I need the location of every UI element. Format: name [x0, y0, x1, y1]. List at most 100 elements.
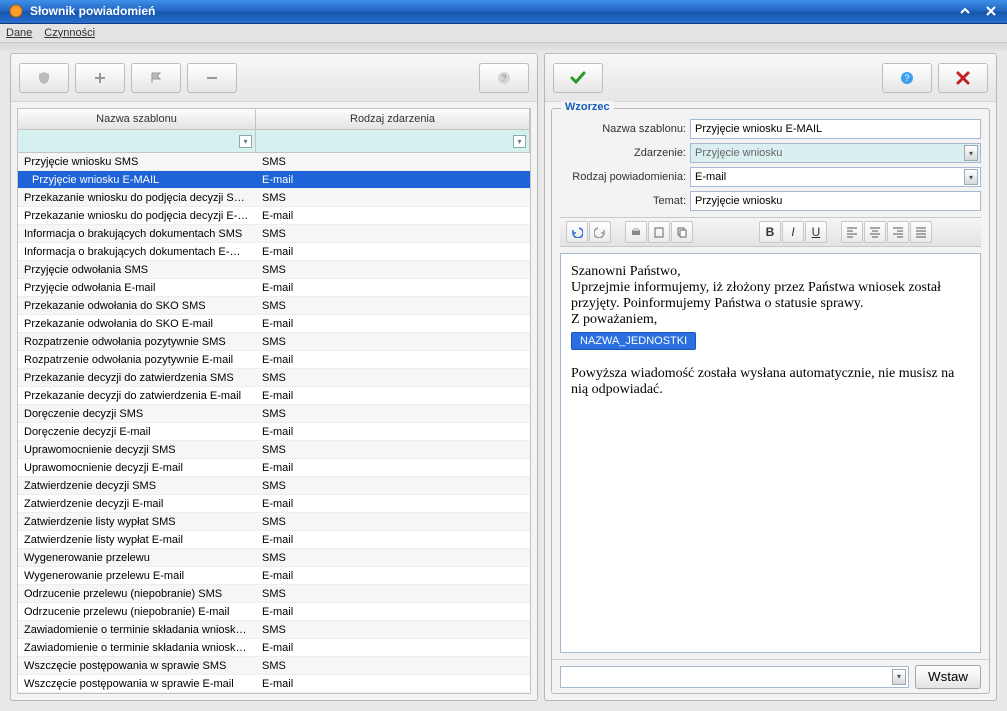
table-row[interactable]: Wygenerowanie przelewuSMS	[18, 549, 530, 567]
input-subject[interactable]	[690, 191, 981, 211]
paste-button[interactable]	[648, 221, 670, 243]
table-row[interactable]: Doręczenie decyzji E-mailE-mail	[18, 423, 530, 441]
cell-type: SMS	[256, 480, 530, 492]
table-row[interactable]: Przekazanie odwołania do SKO E-mailE-mai…	[18, 315, 530, 333]
rte-toolbar: B I U	[560, 217, 981, 247]
col-header-type[interactable]: Rodzaj zdarzenia	[256, 109, 530, 129]
select-event-value: Przyjęcie wniosku	[695, 147, 782, 159]
table-row[interactable]: Uprawomocnienie decyzji SMSSMS	[18, 441, 530, 459]
accept-button[interactable]	[553, 63, 603, 93]
menubar: Dane Czynności	[0, 24, 1007, 43]
table-row[interactable]: Przekazanie decyzji do zatwierdzenia E-m…	[18, 387, 530, 405]
select-event[interactable]: Przyjęcie wniosku ▾	[690, 143, 981, 163]
add-button[interactable]	[75, 63, 125, 93]
table-row[interactable]: Zatwierdzenie decyzji E-mailE-mail	[18, 495, 530, 513]
cell-type: E-mail	[256, 282, 530, 294]
editor-footer: Powyższa wiadomość została wysłana autom…	[571, 366, 970, 398]
cell-name: Przyjęcie odwołania SMS	[18, 264, 256, 276]
shield-button[interactable]	[19, 63, 69, 93]
grid-filter-row: ▾ ▾	[18, 130, 530, 153]
menu-dane[interactable]: Dane	[6, 27, 32, 39]
undo-button[interactable]	[566, 221, 588, 243]
cell-name: Zatwierdzenie decyzji SMS	[18, 480, 256, 492]
left-pane: ? Nazwa szablonu Rodzaj zdarzenia ▾ ▾ Pr…	[10, 53, 538, 701]
table-row[interactable]: Uprawomocnienie decyzji E-mailE-mail	[18, 459, 530, 477]
align-left-button[interactable]	[841, 221, 863, 243]
table-row[interactable]: Przyjęcie odwołania SMSSMS	[18, 261, 530, 279]
input-template-name[interactable]	[690, 119, 981, 139]
align-center-button[interactable]	[864, 221, 886, 243]
table-row[interactable]: Rozpatrzenie odwołania pozytywnie SMSSMS	[18, 333, 530, 351]
menu-czynnosci[interactable]: Czynności	[44, 27, 95, 39]
filter-name[interactable]: ▾	[18, 130, 256, 152]
tag-chip[interactable]: NAZWA_JEDNOSTKI	[571, 332, 696, 350]
table-row[interactable]: Wygenerowanie przelewu E-mailE-mail	[18, 567, 530, 585]
cell-type: SMS	[256, 516, 530, 528]
align-right-button[interactable]	[887, 221, 909, 243]
table-row[interactable]: Przekazanie wniosku do podjęcia decyzji …	[18, 207, 530, 225]
wzorzec-fieldset: Wzorzec Nazwa szablonu: Zdarzenie: Przyj…	[551, 108, 990, 694]
cell-type: E-mail	[256, 534, 530, 546]
fieldset-legend: Wzorzec	[561, 101, 614, 113]
table-row[interactable]: Rozpatrzenie odwołania pozytywnie E-mail…	[18, 351, 530, 369]
copy-button[interactable]	[671, 221, 693, 243]
cell-type: E-mail	[256, 318, 530, 330]
table-row[interactable]: Przyjęcie wniosku SMSSMS	[18, 153, 530, 171]
table-row[interactable]: Zawiadomienie o terminie składania wnios…	[18, 639, 530, 657]
editor-area[interactable]: Szanowni Państwo, Uprzejmie informujemy,…	[560, 253, 981, 653]
svg-text:?: ?	[501, 73, 506, 83]
table-row[interactable]: Zatwierdzenie listy wypłat E-mailE-mail	[18, 531, 530, 549]
underline-button[interactable]: U	[805, 221, 827, 243]
insert-button[interactable]: Wstaw	[915, 665, 981, 689]
editor-line3: Z poważaniem,	[571, 312, 970, 328]
remove-button[interactable]	[187, 63, 237, 93]
table-row[interactable]: Przekazanie odwołania do SKO SMSSMS	[18, 297, 530, 315]
template-grid: Nazwa szablonu Rodzaj zdarzenia ▾ ▾ Przy…	[17, 108, 531, 694]
table-row[interactable]: Przyjęcie wniosku E-MAILE-mail	[18, 171, 530, 189]
print-button[interactable]	[625, 221, 647, 243]
cell-type: SMS	[256, 300, 530, 312]
table-row[interactable]: Odrzucenie przelewu (niepobranie) E-mail…	[18, 603, 530, 621]
cell-type: E-mail	[256, 462, 530, 474]
grid-header: Nazwa szablonu Rodzaj zdarzenia	[18, 109, 530, 130]
align-justify-button[interactable]	[910, 221, 932, 243]
table-row[interactable]: Zatwierdzenie listy wypłat SMSSMS	[18, 513, 530, 531]
table-row[interactable]: Informacja o brakujących dokumentach SMS…	[18, 225, 530, 243]
table-row[interactable]: Zatwierdzenie decyzji SMSSMS	[18, 477, 530, 495]
flag-button[interactable]	[131, 63, 181, 93]
table-row[interactable]: Informacja o brakujących dokumentach E-m…	[18, 243, 530, 261]
cell-type: SMS	[256, 624, 530, 636]
filter-type[interactable]: ▾	[256, 130, 530, 152]
table-row[interactable]: Przekazanie wniosku do podjęcia decyzji …	[18, 189, 530, 207]
insert-select[interactable]: ▾	[560, 666, 909, 688]
bold-button[interactable]: B	[759, 221, 781, 243]
cell-name: Wygenerowanie przelewu E-mail	[18, 570, 256, 582]
grid-body[interactable]: Przyjęcie wniosku SMSSMS Przyjęcie wnios…	[18, 153, 530, 693]
cell-type: SMS	[256, 408, 530, 420]
cell-name: Wszczęcie postępowania w sprawie E-mail	[18, 678, 256, 690]
cell-name: Wszczęcie postępowania w sprawie SMS	[18, 660, 256, 672]
table-row[interactable]: Doręczenie decyzji SMSSMS	[18, 405, 530, 423]
cell-type: SMS	[256, 192, 530, 204]
close-button[interactable]	[980, 2, 1002, 20]
select-kind[interactable]: E-mail ▾	[690, 167, 981, 187]
cell-type: E-mail	[256, 246, 530, 258]
table-row[interactable]: Przyjęcie odwołania E-mailE-mail	[18, 279, 530, 297]
table-row[interactable]: Zawiadomienie o terminie składania wnios…	[18, 621, 530, 639]
help-right-button[interactable]: ?	[882, 63, 932, 93]
table-row[interactable]: Przekazanie decyzji do zatwierdzenia SMS…	[18, 369, 530, 387]
minimize-upward-icon[interactable]	[954, 2, 976, 20]
redo-button[interactable]	[589, 221, 611, 243]
cell-type: SMS	[256, 552, 530, 564]
cell-type: SMS	[256, 588, 530, 600]
help-left-button[interactable]: ?	[479, 63, 529, 93]
cell-type: E-mail	[256, 606, 530, 618]
table-row[interactable]: Wszczęcie postępowania w sprawie E-mailE…	[18, 675, 530, 693]
chevron-down-icon: ▾	[892, 669, 906, 685]
table-row[interactable]: Odrzucenie przelewu (niepobranie) SMSSMS	[18, 585, 530, 603]
italic-button[interactable]: I	[782, 221, 804, 243]
cell-name: Przyjęcie wniosku SMS	[18, 156, 256, 168]
table-row[interactable]: Wszczęcie postępowania w sprawie SMSSMS	[18, 657, 530, 675]
cancel-button[interactable]	[938, 63, 988, 93]
col-header-name[interactable]: Nazwa szablonu	[18, 109, 256, 129]
